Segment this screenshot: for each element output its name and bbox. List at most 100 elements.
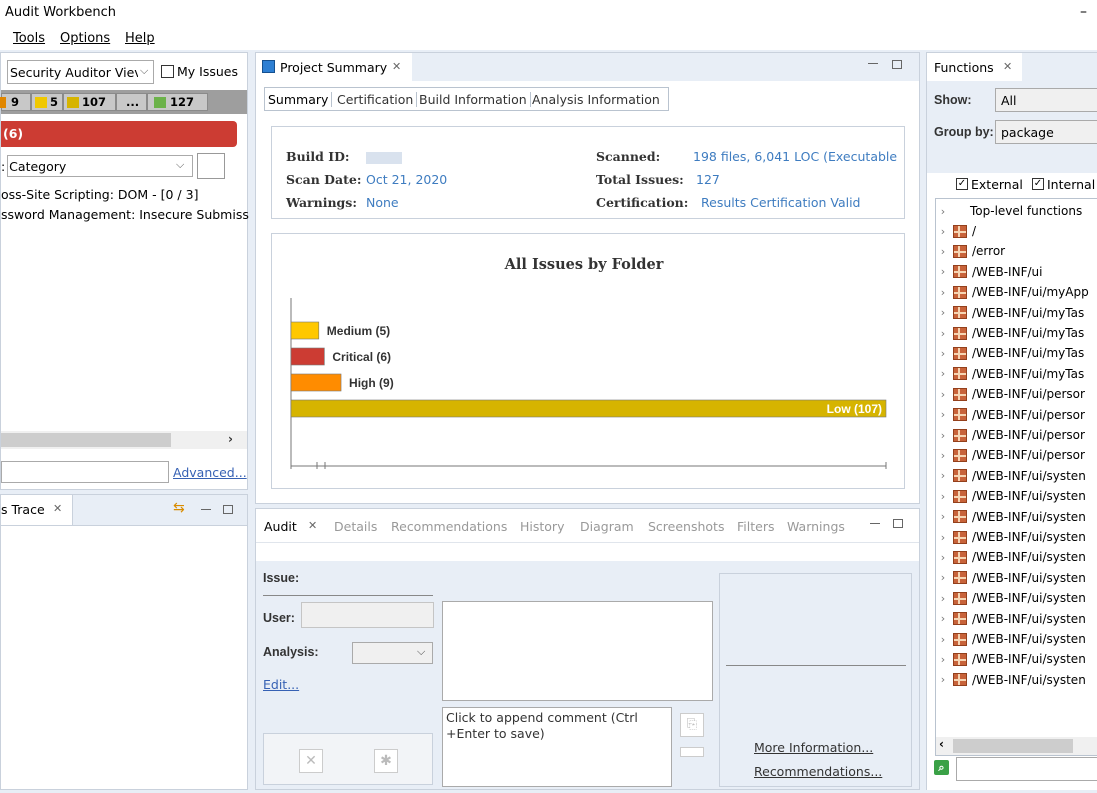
tree-item[interactable]: › /WEB-INF/ui/myTas xyxy=(936,364,1096,384)
comment-options-button[interactable] xyxy=(680,747,704,757)
chevron-right-icon[interactable]: › xyxy=(936,205,950,218)
tree-item[interactable]: › /WEB-INF/ui/persor xyxy=(936,425,1096,445)
tree-item[interactable]: › /WEB-INF/ui/myTas xyxy=(936,343,1096,363)
maximize-icon[interactable] xyxy=(893,519,903,528)
tree-item[interactable]: › /WEB-INF/ui/systen xyxy=(936,547,1096,567)
tab-warnings[interactable]: Warnings xyxy=(787,519,845,534)
subtab-summary[interactable]: Summary xyxy=(268,92,333,107)
close-icon[interactable]: ✕ xyxy=(392,60,401,73)
chevron-right-icon[interactable]: › xyxy=(936,408,950,421)
tree-item[interactable]: › /WEB-INF/ui/systen xyxy=(936,466,1096,486)
tree-item[interactable]: › /WEB-INF/ui/systen xyxy=(936,507,1096,527)
tab-history[interactable]: History xyxy=(520,519,564,534)
chevron-right-icon[interactable]: › xyxy=(936,469,950,482)
close-icon[interactable]: ✕ xyxy=(308,519,317,532)
tree-item[interactable]: › /WEB-INF/ui/persor xyxy=(936,445,1096,465)
chevron-right-icon[interactable]: › xyxy=(936,612,950,625)
functions-tab[interactable]: Functions ✕ xyxy=(927,53,1022,81)
tree-item[interactable]: › /WEB-INF/ui/systen xyxy=(936,609,1096,629)
scroll-thumb[interactable] xyxy=(1,433,171,447)
menu-tools[interactable]: Tools xyxy=(13,31,45,46)
tree-item[interactable]: › /WEB-INF/ui/systen xyxy=(936,649,1096,669)
count-high[interactable]: 5 xyxy=(31,93,63,111)
tree-item-top-level[interactable]: › Top-level functions xyxy=(936,201,1096,221)
minimize-button[interactable]: – xyxy=(1080,4,1087,20)
chevron-right-icon[interactable]: › xyxy=(936,551,950,564)
chevron-right-icon[interactable]: › xyxy=(936,571,950,584)
tree-item[interactable]: › /WEB-INF/ui/myTas xyxy=(936,323,1096,343)
group-by-select[interactable]: package xyxy=(995,120,1097,144)
tab-screenshots[interactable]: Screenshots xyxy=(648,519,724,534)
close-icon[interactable]: ✕ xyxy=(53,502,62,515)
trace-tab[interactable]: s Trace ✕ xyxy=(1,495,73,525)
minimize-icon[interactable] xyxy=(868,63,878,64)
delete-button[interactable]: ✕ xyxy=(299,749,323,773)
chevron-right-icon[interactable]: › xyxy=(936,490,950,503)
tab-audit[interactable]: Audit xyxy=(264,519,297,534)
tree-item[interactable]: › /WEB-INF/ui/systen xyxy=(936,527,1096,547)
user-field[interactable] xyxy=(301,602,434,628)
count-critical[interactable]: 9 xyxy=(0,93,31,111)
count-all[interactable]: 127 xyxy=(147,93,208,111)
chevron-right-icon[interactable]: › xyxy=(936,510,950,523)
search-input[interactable] xyxy=(1,461,169,483)
tree-item[interactable]: › /error xyxy=(936,241,1096,261)
comments-area[interactable] xyxy=(442,601,713,701)
project-summary-tab[interactable]: Project Summary ✕ xyxy=(256,53,412,81)
count-more[interactable]: ... xyxy=(116,93,147,111)
chevron-right-icon[interactable]: › xyxy=(936,367,950,380)
sync-icon[interactable]: ⇆ xyxy=(173,500,185,516)
tree-item[interactable]: › /WEB-INF/ui/persor xyxy=(936,384,1096,404)
recommendations-link[interactable]: Recommendations... xyxy=(754,764,882,779)
chevron-right-icon[interactable]: › xyxy=(936,633,950,646)
chevron-right-icon[interactable]: › xyxy=(936,388,950,401)
chevron-right-icon[interactable]: › xyxy=(936,429,950,442)
issue-item[interactable]: ssword Management: Insecure Submiss xyxy=(1,207,249,222)
tree-item[interactable]: › /WEB-INF/ui/systen xyxy=(936,486,1096,506)
scroll-left-icon[interactable]: ‹ xyxy=(939,737,944,751)
count-medium[interactable]: 107 xyxy=(63,93,116,111)
scroll-thumb[interactable] xyxy=(953,739,1073,753)
chevron-right-icon[interactable]: › xyxy=(936,531,950,544)
chevron-right-icon[interactable]: › xyxy=(936,592,950,605)
functions-search-input[interactable] xyxy=(956,757,1097,781)
tab-diagram[interactable]: Diagram xyxy=(580,519,634,534)
tab-details[interactable]: Details xyxy=(334,519,377,534)
tree-item[interactable]: › /WEB-INF/ui/myApp xyxy=(936,282,1096,302)
tree-horizontal-scrollbar[interactable]: ‹ xyxy=(936,737,1097,755)
tree-item[interactable]: › /WEB-INF/ui xyxy=(936,262,1096,282)
add-comment-button[interactable]: ⎘ xyxy=(680,713,704,737)
chevron-right-icon[interactable]: › xyxy=(936,327,950,340)
more-information-link[interactable]: More Information... xyxy=(754,740,873,755)
subtab-build-information[interactable]: Build Information xyxy=(419,92,531,107)
internal-checkbox[interactable]: ✓ xyxy=(1032,178,1044,190)
menu-options[interactable]: Options xyxy=(60,31,110,46)
tab-filters[interactable]: Filters xyxy=(737,519,774,534)
minimize-icon[interactable] xyxy=(870,523,880,524)
tab-recommendations[interactable]: Recommendations xyxy=(391,519,507,534)
tree-item[interactable]: › /WEB-INF/ui/systen xyxy=(936,629,1096,649)
chevron-right-icon[interactable]: › xyxy=(936,449,950,462)
maximize-icon[interactable] xyxy=(892,60,902,69)
chevron-right-icon[interactable]: › xyxy=(936,265,950,278)
perspective-select[interactable]: Security Auditor Viev ⌵ xyxy=(7,60,154,84)
tree-item[interactable]: › /WEB-INF/ui/systen xyxy=(936,588,1096,608)
horizontal-scrollbar[interactable]: › xyxy=(1,431,247,449)
analysis-select[interactable]: ⌵ xyxy=(352,642,433,664)
external-checkbox[interactable]: ✓ xyxy=(956,178,968,190)
critical-bar[interactable]: (6) xyxy=(1,121,237,147)
group-by-select[interactable]: ⌵ xyxy=(7,155,193,177)
tree-item[interactable]: › / xyxy=(936,221,1096,241)
chevron-right-icon[interactable]: › xyxy=(936,286,950,299)
tree-item[interactable]: › /WEB-INF/ui/systen xyxy=(936,568,1096,588)
advanced-link[interactable]: Advanced... xyxy=(173,465,247,480)
chevron-right-icon[interactable]: › xyxy=(936,225,950,238)
minimize-icon[interactable] xyxy=(201,509,211,510)
chevron-right-icon[interactable]: › xyxy=(936,245,950,258)
chevron-right-icon[interactable]: › xyxy=(936,673,950,686)
bug-button[interactable]: ✱ xyxy=(374,749,398,773)
edit-link[interactable]: Edit... xyxy=(263,677,299,692)
tree-item[interactable]: › /WEB-INF/ui/systen xyxy=(936,670,1096,690)
subtab-analysis-information[interactable]: Analysis Information xyxy=(532,92,660,107)
group-by-extra[interactable] xyxy=(197,153,225,179)
